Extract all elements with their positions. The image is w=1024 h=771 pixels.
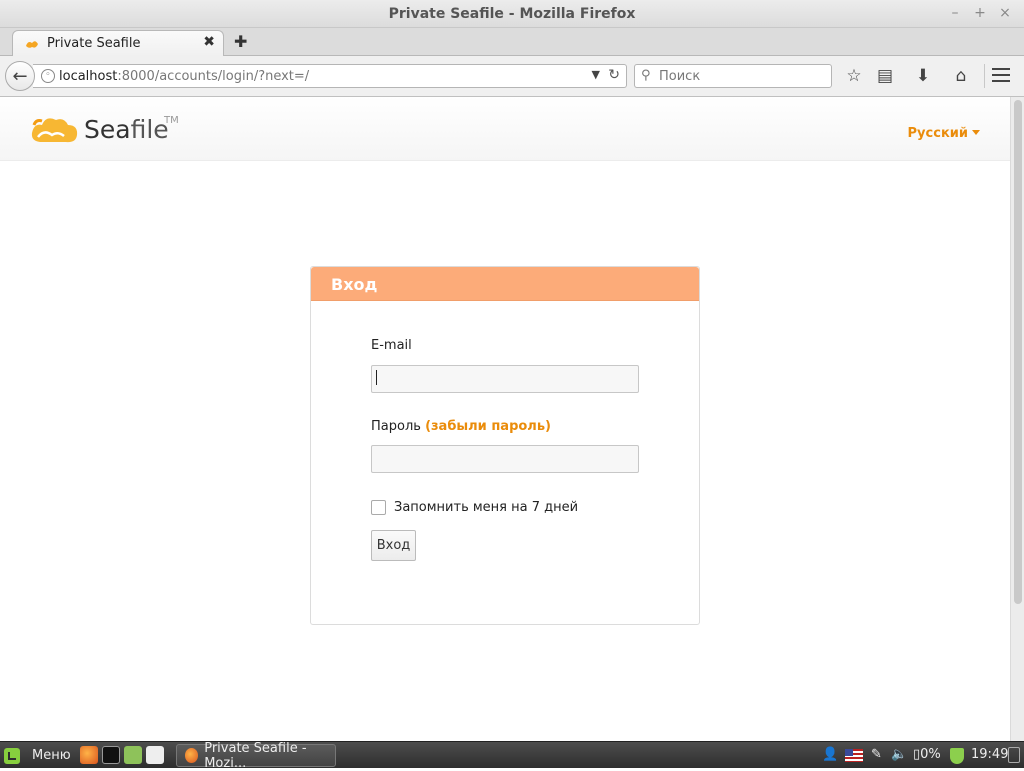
taskbar-window-firefox[interactable]: Private Seafile - Mozi... bbox=[176, 741, 336, 771]
toolbar-separator bbox=[984, 64, 985, 88]
tab-label: Private Seafile bbox=[47, 36, 141, 51]
battery-indicator[interactable]: ▯0% bbox=[913, 747, 941, 762]
new-tab-button[interactable]: ✚ bbox=[234, 32, 247, 51]
files-launcher-icon[interactable] bbox=[124, 746, 142, 764]
close-window-button[interactable]: × bbox=[996, 4, 1014, 22]
search-icon: ⚲ bbox=[641, 68, 651, 83]
text-cursor bbox=[376, 370, 377, 385]
seafile-cloud-icon bbox=[31, 118, 78, 143]
url-bar[interactable]: ◦ localhost:8000/accounts/login/?next=/ … bbox=[33, 64, 627, 88]
start-menu-label: Меню bbox=[32, 748, 71, 763]
search-box[interactable]: ⚲ bbox=[634, 64, 832, 88]
logo-trademark: TM bbox=[164, 115, 179, 126]
firefox-icon bbox=[185, 748, 199, 763]
keyboard-layout-flag-icon[interactable] bbox=[845, 749, 863, 762]
show-desktop-icon[interactable] bbox=[1008, 747, 1020, 763]
password-label-row: Пароль (забыли пароль) bbox=[371, 419, 551, 434]
update-shield-icon[interactable] bbox=[950, 748, 964, 764]
url-history-dropdown-icon[interactable]: ▼ bbox=[592, 68, 600, 81]
email-field[interactable] bbox=[371, 365, 639, 393]
tab-private-seafile[interactable]: Private Seafile ✖ bbox=[12, 30, 224, 57]
globe-icon: ◦ bbox=[41, 69, 55, 83]
network-icon[interactable]: ✎ bbox=[871, 747, 882, 762]
logo-wordmark: Seafile bbox=[84, 115, 169, 144]
url-host: localhost bbox=[59, 69, 118, 84]
linux-mint-icon bbox=[4, 747, 20, 764]
search-input[interactable] bbox=[659, 68, 824, 85]
back-arrow-icon: ← bbox=[12, 65, 28, 87]
firefox-launcher-icon[interactable] bbox=[80, 746, 98, 764]
text-editor-launcher-icon[interactable] bbox=[146, 746, 164, 764]
start-menu-button[interactable]: Меню bbox=[4, 745, 71, 766]
back-button[interactable]: ← bbox=[5, 61, 35, 91]
page-scrollbar[interactable] bbox=[1010, 97, 1024, 741]
scrollbar-thumb[interactable] bbox=[1014, 100, 1022, 604]
hamburger-menu-icon[interactable] bbox=[992, 68, 1010, 82]
downloads-icon[interactable]: ⬇ bbox=[912, 66, 934, 86]
bookmark-star-icon[interactable]: ☆ bbox=[843, 66, 865, 86]
web-page: Seafile TM Русский Вход E-mail Пароль (з… bbox=[0, 97, 1010, 741]
seafile-logo[interactable]: Seafile TM bbox=[28, 111, 188, 147]
caret-down-icon bbox=[972, 130, 980, 135]
navigation-toolbar: ◦ localhost:8000/accounts/login/?next=/ … bbox=[0, 56, 1024, 97]
desktop-taskbar: Меню Private Seafile - Mozi... 👤 ✎ 🔈 ▯0%… bbox=[0, 741, 1024, 771]
login-submit-button[interactable]: Вход bbox=[371, 530, 416, 561]
maximize-button[interactable]: + bbox=[971, 4, 989, 22]
battery-percent: 0% bbox=[920, 747, 941, 762]
window-title: Private Seafile - Mozilla Firefox bbox=[388, 6, 636, 22]
taskbar-window-label: Private Seafile - Mozi... bbox=[204, 740, 307, 771]
tab-strip: Private Seafile ✖ ✚ bbox=[0, 28, 1024, 57]
reading-list-icon[interactable]: ▤ bbox=[874, 66, 896, 86]
url-text[interactable]: localhost:8000/accounts/login/?next=/ bbox=[59, 69, 309, 84]
terminal-launcher-icon[interactable] bbox=[102, 746, 120, 764]
volume-icon[interactable]: 🔈 bbox=[891, 747, 907, 762]
minimize-button[interactable]: – bbox=[946, 4, 964, 22]
seafile-favicon-icon bbox=[26, 41, 38, 48]
window-titlebar: Private Seafile - Mozilla Firefox – + × bbox=[0, 0, 1024, 28]
password-label: Пароль bbox=[371, 419, 421, 434]
remember-me-checkbox[interactable] bbox=[371, 500, 386, 515]
language-selector[interactable]: Русский bbox=[908, 126, 980, 141]
login-panel: Вход E-mail Пароль (забыли пароль) Запом… bbox=[310, 266, 700, 625]
home-icon[interactable]: ⌂ bbox=[950, 66, 972, 86]
email-label: E-mail bbox=[371, 338, 412, 353]
login-title: Вход bbox=[311, 267, 699, 301]
url-path: :8000/accounts/login/?next=/ bbox=[117, 69, 310, 84]
remember-me-label[interactable]: Запомнить меня на 7 дней bbox=[394, 500, 578, 515]
forgot-password-link[interactable]: (забыли пароль) bbox=[425, 419, 551, 434]
user-icon[interactable]: 👤 bbox=[822, 747, 838, 762]
tab-close-icon[interactable]: ✖ bbox=[203, 34, 215, 50]
clock[interactable]: 19:49 bbox=[971, 747, 1008, 762]
reload-icon[interactable]: ↻ bbox=[608, 67, 620, 83]
site-header: Seafile TM Русский bbox=[0, 97, 1010, 161]
password-field[interactable] bbox=[371, 445, 639, 473]
